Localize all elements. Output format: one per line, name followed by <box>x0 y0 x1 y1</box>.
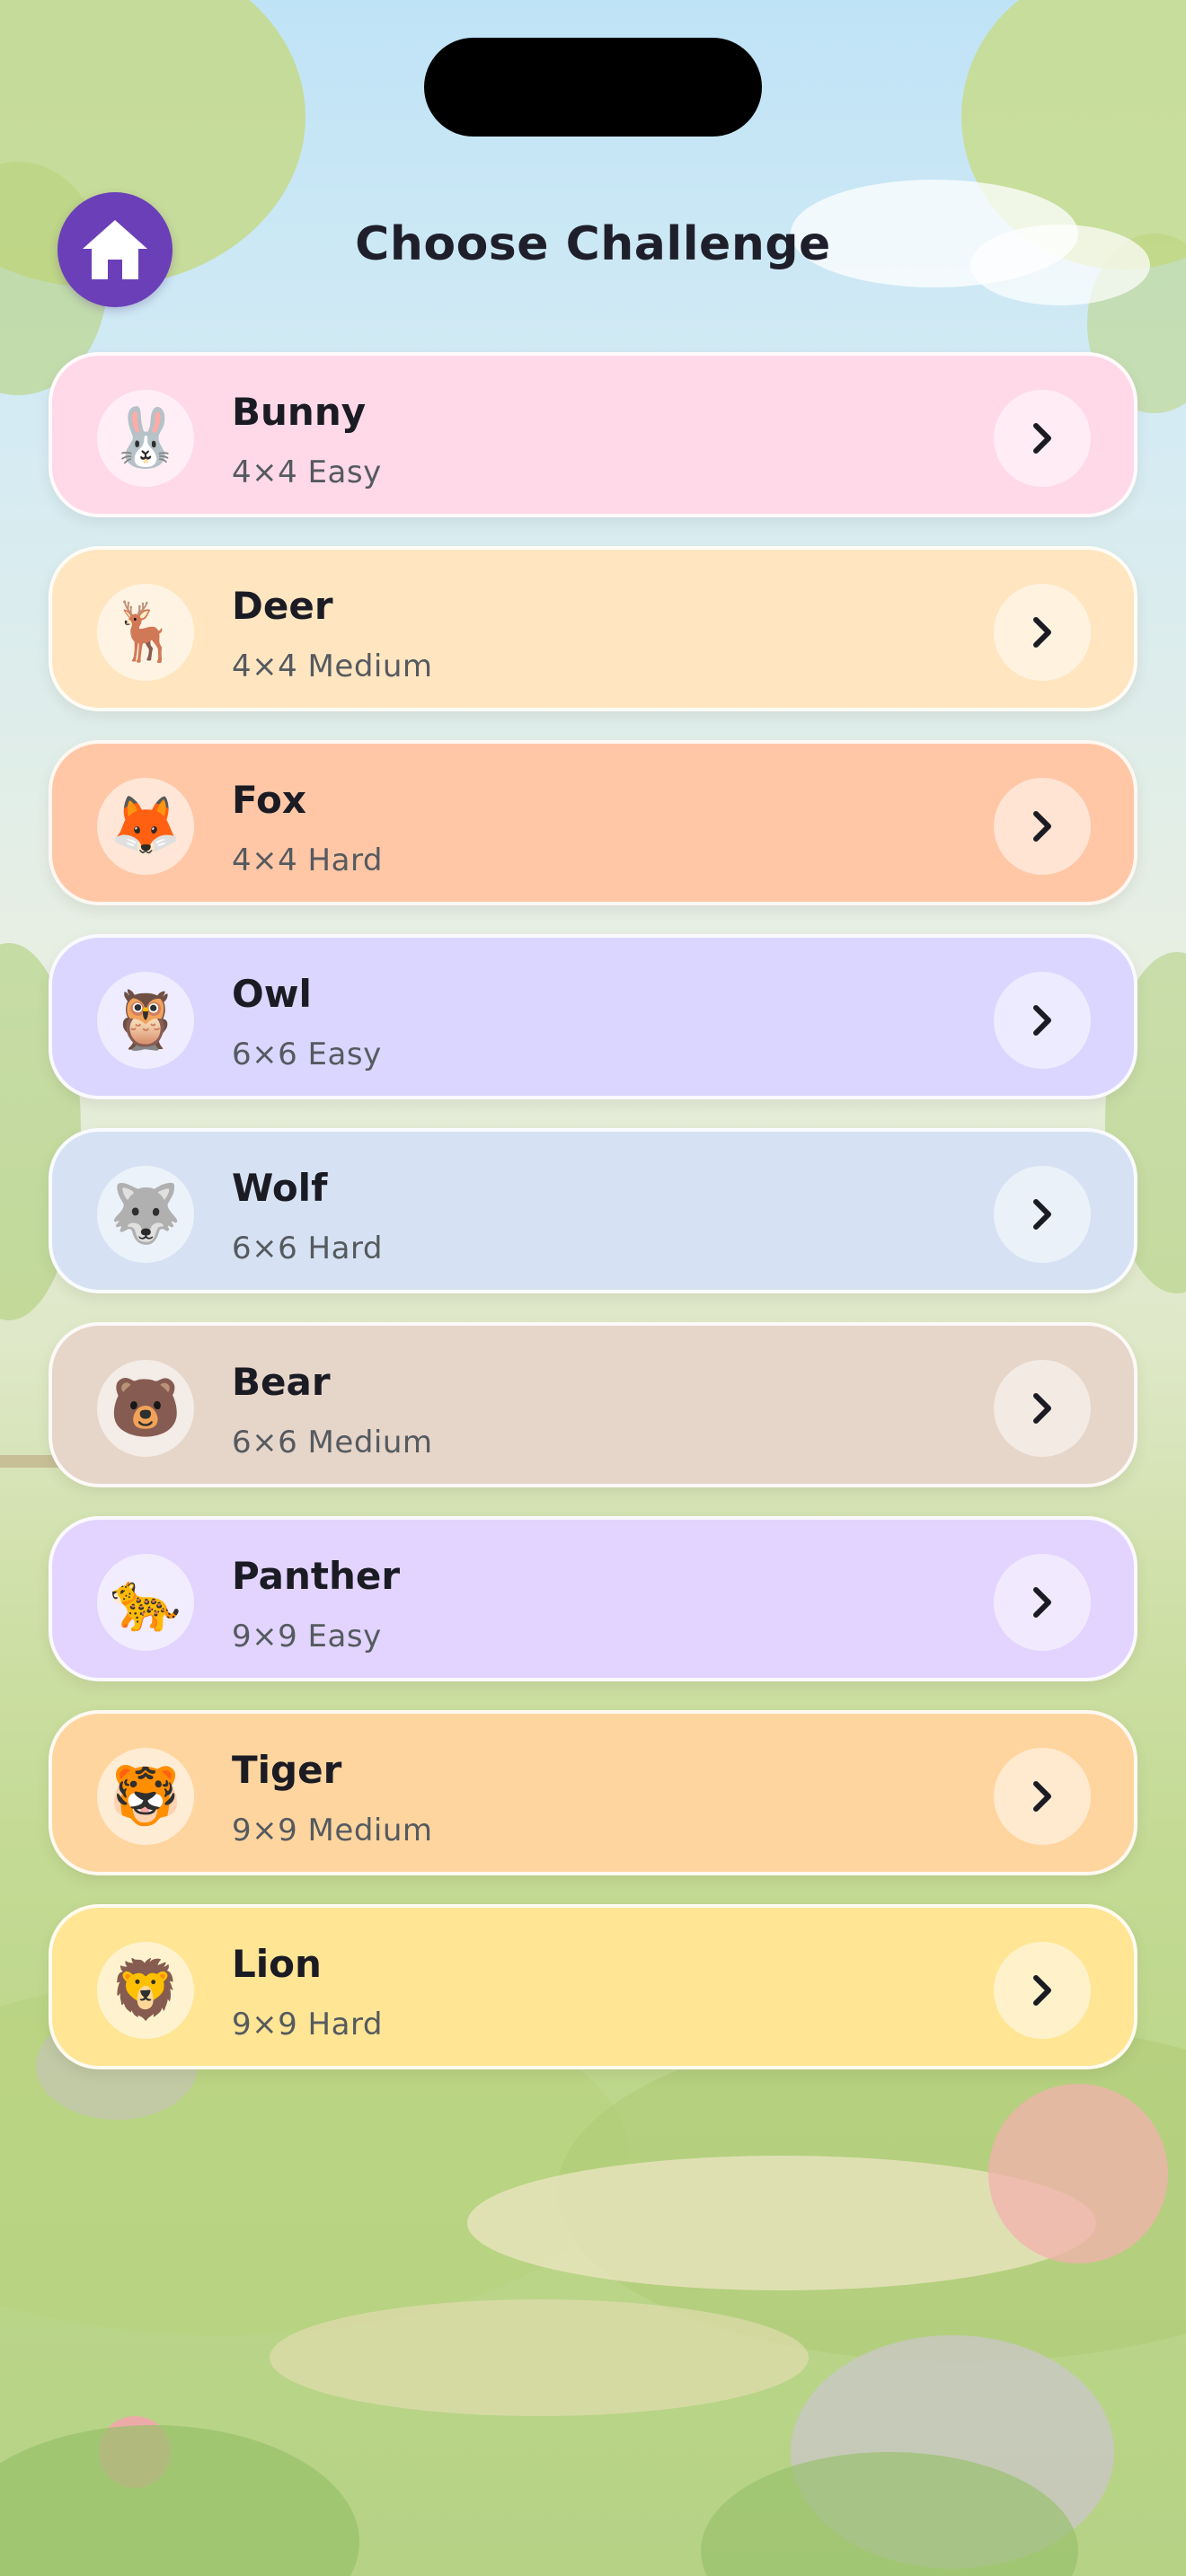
dynamic-island <box>424 38 762 137</box>
challenge-level: 4×4 Easy <box>232 454 382 490</box>
start-challenge-button[interactable] <box>994 972 1091 1069</box>
page-title: Choose Challenge <box>355 217 831 271</box>
challenge-level: 6×6 Hard <box>232 1231 383 1266</box>
bunny-icon: 🐰 <box>97 390 194 487</box>
challenge-name: Panther <box>232 1554 401 1598</box>
challenge-name: Bunny <box>232 390 367 434</box>
challenge-level: 6×6 Easy <box>232 1037 382 1072</box>
chevron-right-icon <box>1033 1005 1051 1036</box>
chevron-right-icon <box>1033 1199 1051 1230</box>
start-challenge-button[interactable] <box>994 778 1091 875</box>
start-challenge-button[interactable] <box>994 1554 1091 1651</box>
start-challenge-button[interactable] <box>994 1942 1091 2039</box>
start-challenge-button[interactable] <box>994 1748 1091 1845</box>
challenge-level: 9×9 Hard <box>232 2007 383 2042</box>
chevron-right-icon <box>1033 1781 1051 1812</box>
panther-icon: 🐆 <box>97 1554 194 1651</box>
challenge-name: Owl <box>232 972 312 1016</box>
challenge-card-tiger[interactable]: 🐯 Tiger 9×9 Medium <box>49 1710 1137 1875</box>
chevron-right-icon <box>1033 811 1051 842</box>
challenge-card-bear[interactable]: 🐻 Bear 6×6 Medium <box>49 1322 1137 1487</box>
challenge-name: Fox <box>232 778 306 822</box>
fox-icon: 🦊 <box>97 778 194 875</box>
challenge-card-owl[interactable]: 🦉 Owl 6×6 Easy <box>49 934 1137 1099</box>
lion-icon: 🦁 <box>97 1942 194 2039</box>
challenge-list: 🐰 Bunny 4×4 Easy 🦌 Deer 4×4 Medium 🦊 Fox 4×4 Har… <box>49 352 1137 2098</box>
chevron-right-icon <box>1033 423 1051 454</box>
challenge-level: 4×4 Medium <box>232 648 433 684</box>
chevron-right-icon <box>1033 1975 1051 2006</box>
start-challenge-button[interactable] <box>994 1360 1091 1457</box>
tiger-icon: 🐯 <box>97 1748 194 1845</box>
challenge-card-deer[interactable]: 🦌 Deer 4×4 Medium <box>49 546 1137 711</box>
challenge-level: 6×6 Medium <box>232 1425 433 1460</box>
challenge-card-panther[interactable]: 🐆 Panther 9×9 Easy <box>49 1516 1137 1681</box>
challenge-name: Lion <box>232 1942 322 1986</box>
bear-icon: 🐻 <box>97 1360 194 1457</box>
start-challenge-button[interactable] <box>994 390 1091 487</box>
challenge-card-wolf[interactable]: 🐺 Wolf 6×6 Hard <box>49 1128 1137 1293</box>
challenge-level: 4×4 Hard <box>232 842 383 878</box>
challenge-card-fox[interactable]: 🦊 Fox 4×4 Hard <box>49 740 1137 905</box>
challenge-name: Bear <box>232 1360 331 1404</box>
challenge-name: Wolf <box>232 1166 328 1210</box>
challenge-name: Deer <box>232 584 333 628</box>
challenge-name: Tiger <box>232 1748 342 1792</box>
challenge-card-bunny[interactable]: 🐰 Bunny 4×4 Easy <box>49 352 1137 517</box>
deer-icon: 🦌 <box>97 584 194 681</box>
start-challenge-button[interactable] <box>994 1166 1091 1263</box>
wolf-icon: 🐺 <box>97 1166 194 1263</box>
chevron-right-icon <box>1033 1587 1051 1618</box>
challenge-level: 9×9 Medium <box>232 1813 433 1848</box>
owl-icon: 🦉 <box>97 972 194 1069</box>
chevron-right-icon <box>1033 1393 1051 1424</box>
start-challenge-button[interactable] <box>994 584 1091 681</box>
challenge-level: 9×9 Easy <box>232 1619 382 1654</box>
challenge-card-lion[interactable]: 🦁 Lion 9×9 Hard <box>49 1904 1137 2069</box>
chevron-right-icon <box>1033 617 1051 648</box>
